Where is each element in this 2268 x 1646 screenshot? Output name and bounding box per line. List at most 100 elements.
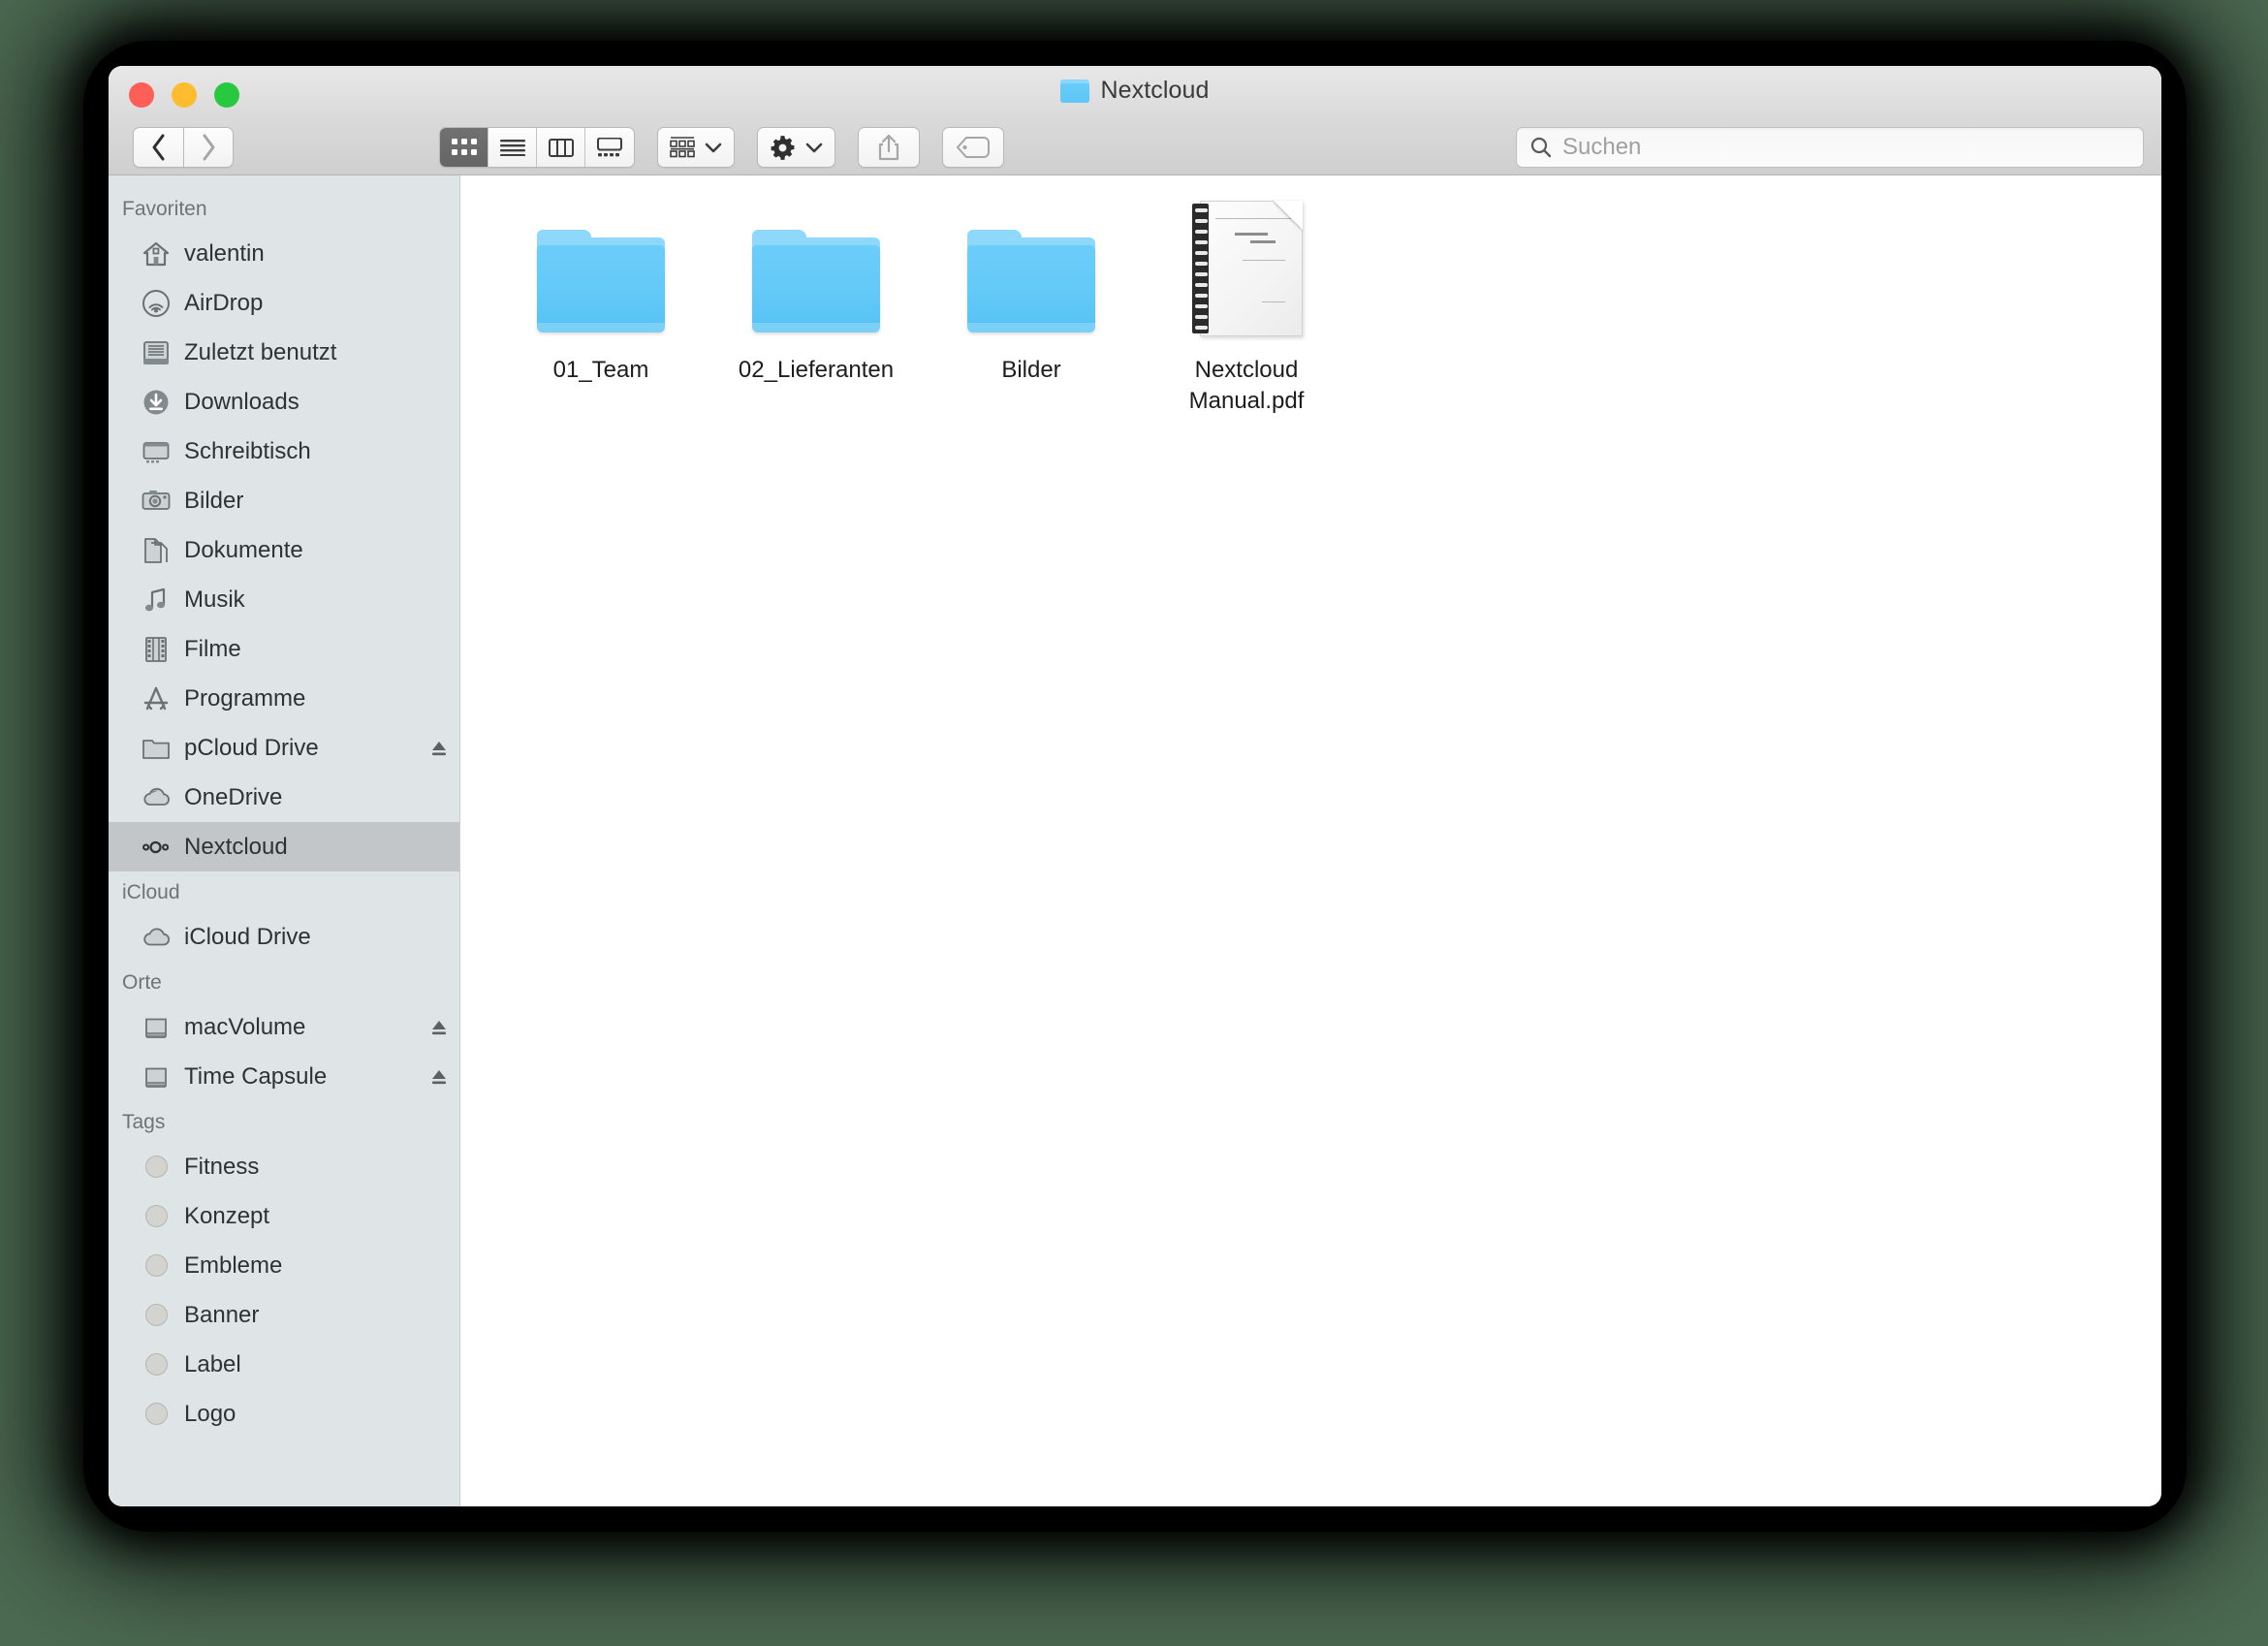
recents-icon <box>142 338 171 367</box>
drive-icon <box>145 1067 167 1088</box>
sidebar-item-fitness[interactable]: Fitness <box>109 1142 459 1191</box>
sidebar-item-valentin[interactable]: valentin <box>109 229 459 278</box>
back-button[interactable] <box>133 127 183 168</box>
search-field[interactable]: Suchen <box>1516 127 2144 168</box>
arrange-icon <box>670 137 695 158</box>
chevron-down-icon <box>705 142 722 152</box>
tag-dot-icon <box>142 1202 171 1231</box>
sidebar-item-label: Musik <box>184 586 245 613</box>
sidebar-item-label[interactable]: Label <box>109 1340 459 1389</box>
file-name-label: Bilder <box>1001 357 1061 383</box>
toolbar: Suchen <box>109 119 2161 175</box>
sidebar-item-label: OneDrive <box>184 783 283 810</box>
sidebar-item-airdrop[interactable]: AirDrop <box>109 278 459 328</box>
sidebar-item-filme[interactable]: Filme <box>109 624 459 674</box>
chevron-down-icon <box>805 142 823 152</box>
sidebar-item-label: Konzept <box>184 1202 270 1229</box>
camera-icon <box>142 490 171 510</box>
tags-button[interactable] <box>942 127 1004 168</box>
file-name-label: 01_Team <box>552 357 649 383</box>
folder-icon-wrap <box>749 212 883 336</box>
folder-icon <box>964 230 1098 336</box>
folder-item[interactable]: Bilder <box>924 203 1139 416</box>
sidebar-item-label: iCloud Drive <box>184 923 311 950</box>
tag-dot-icon <box>142 1400 171 1429</box>
traffic-lights <box>129 82 239 108</box>
sidebar-item-label: Nextcloud <box>184 833 288 860</box>
home-icon <box>142 239 171 269</box>
cloud-icon <box>142 783 171 812</box>
sidebar-item-nextcloud[interactable]: Nextcloud <box>109 822 459 871</box>
sidebar-section-header: Orte <box>122 971 162 994</box>
downloads-icon <box>143 390 169 414</box>
sidebar-item-bilder[interactable]: Bilder <box>109 476 459 525</box>
sidebar-item-time-capsule[interactable]: Time Capsule <box>109 1052 459 1101</box>
documents-icon <box>142 536 171 565</box>
sidebar-item-label: Schreibtisch <box>184 437 311 464</box>
icon-view-button[interactable] <box>440 128 488 167</box>
sidebar-item-embleme[interactable]: Embleme <box>109 1241 459 1290</box>
sidebar-item-musik[interactable]: Musik <box>109 575 459 624</box>
sidebar-item-label: AirDrop <box>184 289 264 316</box>
sidebar-item-dokumente[interactable]: Dokumente <box>109 525 459 575</box>
camera-icon <box>142 487 171 516</box>
close-button[interactable] <box>129 82 154 108</box>
minimize-button[interactable] <box>172 82 197 108</box>
tag-dot-icon <box>144 1155 168 1178</box>
action-button[interactable] <box>757 127 835 168</box>
sidebar-item-icloud-drive[interactable]: iCloud Drive <box>109 912 459 962</box>
folder-icon-wrap <box>534 212 668 336</box>
file-icon-wrap <box>1190 201 1303 336</box>
sidebar-item-label: Embleme <box>184 1251 283 1279</box>
sidebar-item-label: Zuletzt benutzt <box>184 338 337 365</box>
eject-button[interactable] <box>428 1066 450 1088</box>
sidebar: Favoriten valentin AirDrop Zuletzt benut… <box>109 175 460 1506</box>
desktop-icon <box>142 437 171 466</box>
search-icon <box>1530 137 1552 158</box>
gear-icon <box>771 135 795 160</box>
gallery-view-button[interactable] <box>585 128 634 167</box>
sidebar-item-konzept[interactable]: Konzept <box>109 1191 459 1241</box>
film-icon <box>145 636 167 662</box>
sidebar-item-label: Logo <box>184 1400 236 1427</box>
sidebar-item-banner[interactable]: Banner <box>109 1290 459 1340</box>
sidebar-item-programme[interactable]: Programme <box>109 674 459 723</box>
columns-icon <box>548 138 574 157</box>
sidebar-item-label: Label <box>184 1350 241 1377</box>
eject-button[interactable] <box>428 1017 450 1038</box>
music-icon <box>145 587 166 611</box>
eject-icon <box>432 741 446 755</box>
arrange-button[interactable] <box>657 127 735 168</box>
eject-button[interactable] <box>428 738 450 759</box>
file-item[interactable]: Nextcloud Manual.pdf <box>1139 201 1354 416</box>
sidebar-item-label: Programme <box>184 684 306 712</box>
sidebar-item-logo[interactable]: Logo <box>109 1389 459 1439</box>
list-view-button[interactable] <box>488 128 537 167</box>
file-grid: 01_Team 02_Lieferanten Bilder Nextcloud … <box>460 175 2161 1506</box>
sidebar-item-downloads[interactable]: Downloads <box>109 377 459 427</box>
sidebar-item-label: Time Capsule <box>184 1062 328 1090</box>
window-chrome: Nextcloud Suchen <box>109 66 2161 175</box>
forward-button[interactable] <box>183 127 234 168</box>
sidebar-item-schreibtisch[interactable]: Schreibtisch <box>109 427 459 476</box>
finder-window: Nextcloud Suchen Favoriten valentin AirD… <box>109 66 2161 1506</box>
view-mode-segmented-control <box>439 127 635 168</box>
drive-icon <box>142 1062 171 1092</box>
sidebar-item-onedrive[interactable]: OneDrive <box>109 773 459 822</box>
folder-icon <box>142 734 171 763</box>
sidebar-item-label: Banner <box>184 1301 260 1328</box>
sidebar-item-macvolume[interactable]: macVolume <box>109 1002 459 1052</box>
tag-dot-icon <box>142 1251 171 1281</box>
icloud-icon <box>143 927 171 945</box>
folder-icon <box>1060 79 1090 103</box>
home-icon <box>142 241 170 266</box>
drive-icon <box>142 1013 171 1042</box>
sidebar-item-zuletzt-benutzt[interactable]: Zuletzt benutzt <box>109 328 459 377</box>
column-view-button[interactable] <box>537 128 585 167</box>
folder-icon <box>142 739 170 759</box>
share-button[interactable] <box>858 127 920 168</box>
folder-item[interactable]: 01_Team <box>493 203 709 416</box>
folder-item[interactable]: 02_Lieferanten <box>709 203 924 416</box>
zoom-button[interactable] <box>214 82 239 108</box>
sidebar-item-pcloud-drive[interactable]: pCloud Drive <box>109 723 459 773</box>
